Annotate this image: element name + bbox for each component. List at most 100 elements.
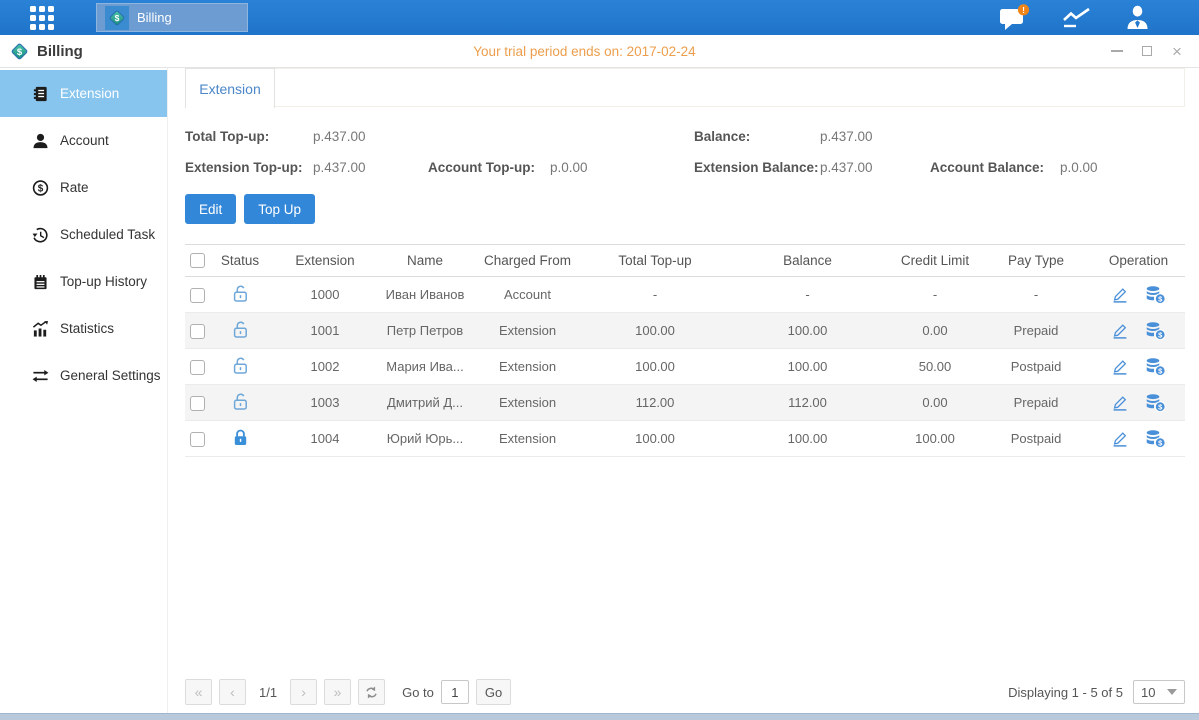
user-account-icon[interactable] (1124, 4, 1151, 31)
table-row: 1003Дмитрий Д...Extension112.00112.000.0… (185, 385, 1185, 421)
sidebar-item-label: Rate (60, 180, 89, 195)
edit-pencil-icon[interactable] (1111, 394, 1129, 411)
sidebar: Extension Account $ Rate Scheduled Task (0, 68, 168, 713)
col-extension: Extension (270, 245, 380, 277)
rate-dollar-icon: $ (32, 179, 49, 197)
total-topup-label: Total Top-up: (185, 129, 313, 144)
goto-label: Go to (402, 685, 434, 700)
total-topup-cell: 100.00 (585, 421, 725, 457)
edit-pencil-icon[interactable] (1111, 286, 1129, 303)
col-total-topup: Total Top-up (585, 245, 725, 277)
total-topup-cell: 100.00 (585, 313, 725, 349)
topup-coins-icon[interactable]: $ (1145, 286, 1166, 304)
table-row: 1001Петр ПетровExtension100.00100.000.00… (185, 313, 1185, 349)
select-all-checkbox[interactable] (190, 253, 205, 268)
name-cell: Петр Петров (380, 313, 470, 349)
sidebar-item-extension[interactable]: Extension (0, 70, 167, 117)
prev-page-button[interactable]: ‹ (219, 679, 246, 705)
sidebar-item-statistics[interactable]: Statistics (0, 305, 167, 352)
name-cell: Дмитрий Д... (380, 385, 470, 421)
page-size-select[interactable]: 10 (1133, 680, 1185, 704)
row-checkbox[interactable] (190, 324, 205, 339)
pay-type-cell: Prepaid (980, 385, 1092, 421)
topup-coins-icon[interactable]: $ (1145, 322, 1166, 340)
first-page-button[interactable]: « (185, 679, 212, 705)
window-title: Billing (37, 43, 83, 60)
balance-cell: 100.00 (725, 313, 890, 349)
account-balance-value: p.0.00 (1060, 160, 1185, 175)
maximize-icon[interactable] (1139, 43, 1155, 59)
topup-coins-icon[interactable]: $ (1145, 430, 1166, 448)
topup-history-ledger-icon (32, 273, 49, 291)
sidebar-item-scheduled-task[interactable]: Scheduled Task (0, 211, 167, 258)
sidebar-item-label: Top-up History (60, 274, 147, 289)
sidebar-item-account[interactable]: Account (0, 117, 167, 164)
lock-open-icon (232, 284, 249, 303)
taskbar-tab-billing[interactable]: $ Billing (96, 3, 248, 32)
sidebar-item-topup-history[interactable]: Top-up History (0, 258, 167, 305)
total-topup-value: p.437.00 (313, 129, 428, 144)
status-cell (210, 277, 270, 313)
row-checkbox[interactable] (190, 360, 205, 375)
tab-extension[interactable]: Extension (185, 68, 275, 108)
credit-limit-cell: 100.00 (890, 421, 980, 457)
edit-pencil-icon[interactable] (1111, 322, 1129, 339)
lock-closed-icon (232, 428, 249, 447)
extension-cell: 1003 (270, 385, 380, 421)
charged-from-cell: Extension (470, 421, 585, 457)
tab-strip-empty (275, 68, 1185, 107)
sidebar-item-label: Scheduled Task (60, 227, 155, 242)
table-row: 1000Иван ИвановAccount----$ (185, 277, 1185, 313)
app-launcher-grid-icon[interactable] (30, 6, 54, 30)
go-button[interactable]: Go (476, 679, 511, 705)
last-page-button[interactable]: » (324, 679, 351, 705)
col-pay-type: Pay Type (980, 245, 1092, 277)
page-size-value: 10 (1141, 685, 1155, 700)
edit-pencil-icon[interactable] (1111, 358, 1129, 375)
pay-type-cell: Prepaid (980, 313, 1092, 349)
svg-text:$: $ (115, 13, 120, 23)
credit-limit-cell: - (890, 277, 980, 313)
col-credit-limit: Credit Limit (890, 245, 980, 277)
next-page-button[interactable]: › (290, 679, 317, 705)
sidebar-item-label: Extension (60, 86, 119, 101)
table-row: 1002Мария Ива...Extension100.00100.0050.… (185, 349, 1185, 385)
status-cell (210, 349, 270, 385)
operation-cell: $ (1092, 277, 1185, 312)
balance-cell: 100.00 (725, 421, 890, 457)
chat-icon[interactable]: ! (998, 4, 1030, 31)
sidebar-item-label: Statistics (60, 321, 114, 336)
refresh-button[interactable] (358, 679, 385, 705)
topup-coins-icon[interactable]: $ (1145, 358, 1166, 376)
close-icon[interactable]: × (1169, 43, 1185, 59)
trial-notice: Your trial period ends on: 2017-02-24 (0, 44, 1169, 59)
minimize-icon[interactable] (1109, 43, 1125, 59)
total-topup-cell: 112.00 (585, 385, 725, 421)
sidebar-item-rate[interactable]: $ Rate (0, 164, 167, 211)
extension-book-icon (32, 85, 49, 103)
credit-limit-cell: 50.00 (890, 349, 980, 385)
svg-text:$: $ (17, 47, 23, 58)
name-cell: Юрий Юрь... (380, 421, 470, 457)
pay-type-cell: - (980, 277, 1092, 313)
topup-coins-icon[interactable]: $ (1145, 394, 1166, 412)
balance-value: p.437.00 (820, 129, 930, 144)
operation-cell: $ (1092, 313, 1185, 348)
extension-balance-label: Extension Balance: (694, 160, 820, 175)
statistics-chart-icon (32, 320, 49, 338)
resource-monitor-chart-icon[interactable] (1062, 6, 1092, 30)
row-checkbox[interactable] (190, 396, 205, 411)
extension-topup-value: p.437.00 (313, 160, 428, 175)
extension-cell: 1001 (270, 313, 380, 349)
sidebar-item-general-settings[interactable]: General Settings (0, 352, 167, 399)
edit-pencil-icon[interactable] (1111, 430, 1129, 447)
status-cell (210, 421, 270, 457)
billing-window-icon: $ (10, 42, 29, 61)
top-up-button[interactable]: Top Up (244, 194, 315, 224)
row-checkbox[interactable] (190, 288, 205, 303)
row-checkbox[interactable] (190, 432, 205, 447)
goto-page-input[interactable] (441, 680, 469, 704)
operation-cell: $ (1092, 385, 1185, 420)
scheduled-task-clock-icon (32, 226, 49, 244)
edit-button[interactable]: Edit (185, 194, 236, 224)
